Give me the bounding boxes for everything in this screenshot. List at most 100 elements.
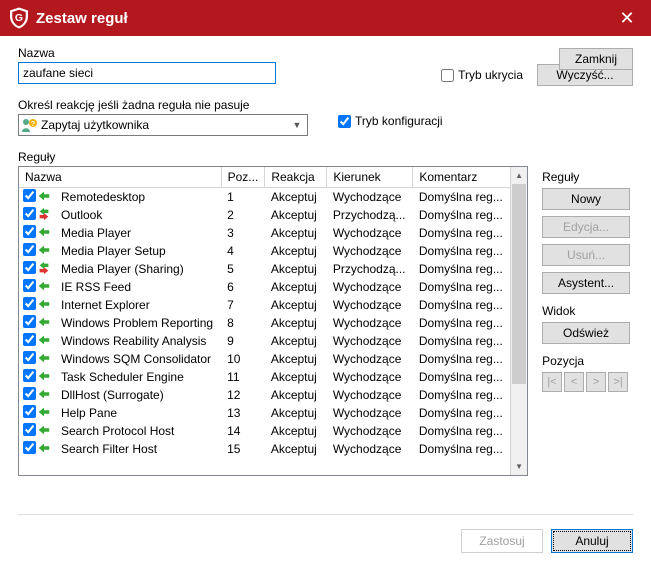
scroll-down-icon[interactable]: ▼ [511, 458, 527, 475]
row-checkbox[interactable] [23, 243, 36, 256]
direction-icon [37, 333, 51, 347]
zastosuj-button[interactable]: Zastosuj [461, 529, 543, 553]
table-row[interactable]: DllHost (Surrogate)12AkceptujWychodząceD… [19, 386, 510, 404]
row-name: Windows Reability Analysis [55, 332, 221, 350]
reakcja-select[interactable]: ? Zapytaj użytkownika ▼ [18, 114, 308, 136]
titlebar: G Zestaw reguł ✕ [0, 0, 651, 36]
direction-icon [37, 297, 51, 311]
scroll-up-icon[interactable]: ▲ [511, 167, 527, 184]
usun-button[interactable]: Usuń... [542, 244, 630, 266]
row-checkbox[interactable] [23, 279, 36, 292]
direction-icon [37, 441, 51, 455]
anuluj-button[interactable]: Anuluj [551, 529, 633, 553]
nowy-button[interactable]: Nowy [542, 188, 630, 210]
pozycja-button[interactable]: < [564, 372, 584, 392]
row-checkbox[interactable] [23, 369, 36, 382]
row-reakcja: Akceptuj [265, 260, 327, 278]
table-row[interactable]: Remotedesktop1AkceptujWychodząceDomyślna… [19, 188, 510, 207]
row-reakcja: Akceptuj [265, 440, 327, 458]
row-poz: 4 [221, 242, 265, 260]
row-komentarz: Domyślna reg... [413, 278, 510, 296]
row-kierunek: Wychodzące [327, 296, 413, 314]
pozycja-button[interactable]: >| [608, 372, 628, 392]
row-checkbox[interactable] [23, 351, 36, 364]
table-row[interactable]: Windows Problem Reporting8AkceptujWychod… [19, 314, 510, 332]
row-name: Task Scheduler Engine [55, 368, 221, 386]
row-checkbox[interactable] [23, 441, 36, 454]
row-checkbox[interactable] [23, 387, 36, 400]
nazwa-input[interactable] [18, 62, 276, 84]
row-kierunek: Przychodzą... [327, 206, 413, 224]
table-row[interactable]: Help Pane13AkceptujWychodząceDomyślna re… [19, 404, 510, 422]
row-checkbox[interactable] [23, 405, 36, 418]
odswiez-button[interactable]: Odśwież [542, 322, 630, 344]
table-row[interactable]: Windows Reability Analysis9AkceptujWycho… [19, 332, 510, 350]
row-poz: 1 [221, 188, 265, 207]
col-nazwa[interactable]: Nazwa [19, 167, 221, 188]
table-row[interactable]: Media Player3AkceptujWychodząceDomyślna … [19, 224, 510, 242]
direction-icon [37, 189, 51, 203]
row-name: Internet Explorer [55, 296, 221, 314]
row-name: Windows SQM Consolidator [55, 350, 221, 368]
row-reakcja: Akceptuj [265, 422, 327, 440]
table-row[interactable]: Search Protocol Host14AkceptujWychodzące… [19, 422, 510, 440]
chevron-down-icon[interactable]: ▼ [289, 120, 305, 130]
row-kierunek: Wychodzące [327, 314, 413, 332]
pozycja-button[interactable]: |< [542, 372, 562, 392]
row-kierunek: Wychodzące [327, 422, 413, 440]
row-name: Search Filter Host [55, 440, 221, 458]
direction-icon [37, 225, 51, 239]
row-reakcja: Akceptuj [265, 206, 327, 224]
col-poz[interactable]: Poz... [221, 167, 265, 188]
asystent-button[interactable]: Asystent... [542, 272, 630, 294]
row-checkbox[interactable] [23, 261, 36, 274]
side-reguly-label: Reguły [542, 170, 633, 184]
tryb-konfig-label: Tryb konfiguracji [355, 114, 443, 128]
row-name: Help Pane [55, 404, 221, 422]
row-poz: 5 [221, 260, 265, 278]
row-checkbox[interactable] [23, 333, 36, 346]
row-checkbox[interactable] [23, 315, 36, 328]
table-row[interactable]: IE RSS Feed6AkceptujWychodząceDomyślna r… [19, 278, 510, 296]
table-row[interactable]: Windows SQM Consolidator10AkceptujWychod… [19, 350, 510, 368]
row-checkbox[interactable] [23, 423, 36, 436]
zamknij-button[interactable]: Zamknij [559, 48, 633, 70]
question-user-icon: ? [21, 117, 37, 133]
row-komentarz: Domyślna reg... [413, 206, 510, 224]
row-poz: 15 [221, 440, 265, 458]
table-row[interactable]: Media Player (Sharing)5AkceptujPrzychodz… [19, 260, 510, 278]
close-icon[interactable]: ✕ [613, 4, 641, 32]
tryb-ukrycia-checkbox[interactable]: Tryb ukrycia [441, 68, 523, 82]
row-komentarz: Domyślna reg... [413, 422, 510, 440]
col-kierunek[interactable]: Kierunek [327, 167, 413, 188]
direction-icon [37, 315, 51, 329]
row-checkbox[interactable] [23, 207, 36, 220]
tryb-konfig-input[interactable] [338, 115, 351, 128]
row-checkbox[interactable] [23, 189, 36, 202]
rules-table: Nazwa Poz... Reakcja Kierunek Komentarz … [18, 166, 528, 476]
row-poz: 14 [221, 422, 265, 440]
row-kierunek: Wychodzące [327, 278, 413, 296]
col-komentarz[interactable]: Komentarz [413, 167, 510, 188]
direction-icon [37, 261, 51, 275]
table-row[interactable]: Search Filter Host15AkceptujWychodząceDo… [19, 440, 510, 458]
row-reakcja: Akceptuj [265, 224, 327, 242]
table-row[interactable]: Media Player Setup4AkceptujWychodząceDom… [19, 242, 510, 260]
table-row[interactable]: Task Scheduler Engine11AkceptujWychodząc… [19, 368, 510, 386]
svg-text:?: ? [31, 121, 35, 128]
table-row[interactable]: Outlook2AkceptujPrzychodzą...Domyślna re… [19, 206, 510, 224]
scrollbar[interactable]: ▲ ▼ [510, 167, 527, 475]
row-checkbox[interactable] [23, 225, 36, 238]
scroll-thumb[interactable] [512, 184, 526, 384]
table-row[interactable]: Internet Explorer7AkceptujWychodząceDomy… [19, 296, 510, 314]
row-checkbox[interactable] [23, 297, 36, 310]
row-komentarz: Domyślna reg... [413, 368, 510, 386]
edycja-button[interactable]: Edycja... [542, 216, 630, 238]
scroll-track[interactable] [511, 184, 527, 458]
tryb-konfig-checkbox[interactable]: Tryb konfiguracji [338, 114, 443, 128]
pozycja-button[interactable]: > [586, 372, 606, 392]
col-reakcja[interactable]: Reakcja [265, 167, 327, 188]
tryb-ukrycia-input[interactable] [441, 69, 454, 82]
row-name: Windows Problem Reporting [55, 314, 221, 332]
row-kierunek: Wychodzące [327, 188, 413, 207]
